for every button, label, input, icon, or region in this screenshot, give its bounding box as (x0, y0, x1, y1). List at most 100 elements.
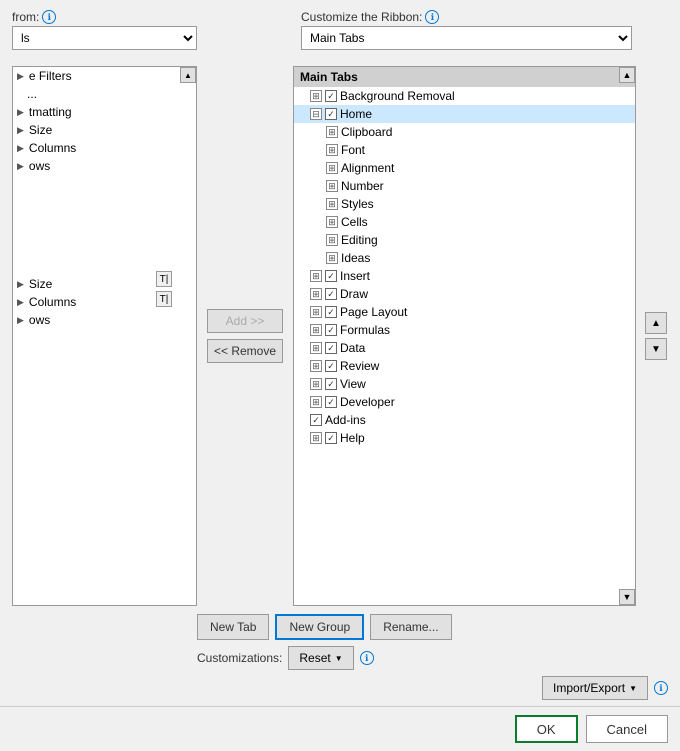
tree-item-alignment[interactable]: ⊞ Alignment (294, 159, 635, 177)
bottom-section: New Tab New Group Rename... Customizatio… (0, 606, 680, 700)
from-info-icon[interactable]: ℹ (42, 10, 56, 24)
expand-icon: ▶ (17, 161, 24, 172)
tree-item-styles[interactable]: ⊞ Styles (294, 195, 635, 213)
cancel-button[interactable]: Cancel (586, 715, 668, 743)
expand-icon: ▶ (17, 315, 24, 326)
expand-icon: ▶ (17, 143, 24, 154)
checkbox[interactable] (325, 396, 337, 408)
left-list[interactable]: ▲ ▼ ▶ e Filters ... ▶ tmatting ▶ (12, 66, 197, 606)
right-dropdown-group: Customize the Ribbon: ℹ Main Tabs (301, 10, 632, 50)
rename-button[interactable]: Rename... (370, 614, 451, 640)
add-button[interactable]: Add >> (207, 309, 283, 333)
reset-button[interactable]: Reset ▼ (288, 646, 353, 670)
tree-scroll-down[interactable]: ▼ (619, 589, 635, 605)
checkbox[interactable] (325, 324, 337, 336)
list-item[interactable]: ▶ Columns (13, 139, 196, 157)
left-scroll-down[interactable]: ▼ (180, 605, 196, 606)
new-tab-button[interactable]: New Tab (197, 614, 269, 640)
expand-icon: ⊞ (310, 432, 322, 444)
separator-icon-2[interactable]: T| (156, 291, 172, 307)
tree-item-page-layout[interactable]: ⊞ Page Layout (294, 303, 635, 321)
tree-item-cells[interactable]: ⊞ Cells (294, 213, 635, 231)
import-export-info-icon[interactable]: ℹ (654, 681, 668, 695)
bottom-row2: Customizations: Reset ▼ ℹ (12, 646, 668, 670)
expand-icon: ⊞ (310, 396, 322, 408)
separator-icon-1[interactable]: T| (156, 271, 172, 287)
reset-info-icon[interactable]: ℹ (360, 651, 374, 665)
customizations-label: Customizations: (197, 651, 282, 665)
tree-item-review[interactable]: ⊞ Review (294, 357, 635, 375)
checkbox[interactable] (325, 378, 337, 390)
ok-button[interactable]: OK (515, 715, 578, 743)
expand-icon: ⊞ (326, 144, 338, 156)
expand-icon: ⊞ (326, 216, 338, 228)
list-item[interactable]: ▶ e Filters (13, 67, 196, 85)
tree-item-home[interactable]: ⊟ Home (294, 105, 635, 123)
expand-icon: ⊞ (310, 306, 322, 318)
expand-icon: ⊞ (310, 288, 322, 300)
expand-icon: ⊞ (326, 234, 338, 246)
list-item[interactable]: ▶ ows (13, 311, 196, 329)
expand-icon: ▶ (17, 125, 24, 136)
list-item[interactable]: ▶ tmatting (13, 103, 196, 121)
remove-button[interactable]: << Remove (207, 339, 283, 363)
left-panel: ▲ ▼ ▶ e Filters ... ▶ tmatting ▶ (12, 66, 197, 606)
tree-item-formulas[interactable]: ⊞ Formulas (294, 321, 635, 339)
move-up-button[interactable]: ▲ (645, 312, 667, 334)
ribbon-tree-header: Main Tabs ▲ (294, 67, 635, 87)
move-down-button[interactable]: ▼ (645, 338, 667, 360)
expand-icon: ⊞ (310, 270, 322, 282)
customize-info-icon[interactable]: ℹ (425, 10, 439, 24)
expand-icon: ⊞ (326, 126, 338, 138)
expand-icon: ⊞ (310, 90, 322, 102)
dialog: from: ℹ ls Customize the Ribbon: ℹ Main … (0, 0, 680, 751)
checkbox[interactable] (325, 306, 337, 318)
checkbox[interactable] (325, 288, 337, 300)
expand-icon: ▶ (17, 297, 24, 308)
checkbox[interactable] (325, 270, 337, 282)
new-group-button[interactable]: New Group (275, 614, 364, 640)
tree-item-background-removal[interactable]: ⊞ Background Removal (294, 87, 635, 105)
expand-icon: ⊞ (326, 180, 338, 192)
tree-scroll-up[interactable]: ▲ (619, 67, 635, 83)
list-item[interactable]: ▶ Size (13, 121, 196, 139)
tree-item-add-ins[interactable]: Add-ins (294, 411, 635, 429)
right-panel: Main Tabs ▲ ⊞ Background Removal ⊟ Home (293, 66, 636, 606)
left-dropdown-group: from: ℹ ls (12, 10, 197, 50)
expand-icon: ⊞ (326, 252, 338, 264)
checkbox[interactable] (325, 108, 337, 120)
customize-select[interactable]: Main Tabs (301, 26, 632, 50)
expand-icon: ⊟ (310, 108, 322, 120)
tree-item-view[interactable]: ⊞ View (294, 375, 635, 393)
checkbox[interactable] (325, 360, 337, 372)
updown-arrows: ▲ ▼ (644, 66, 668, 606)
list-item[interactable]: ... (13, 85, 196, 103)
from-select[interactable]: ls (12, 26, 197, 50)
dialog-footer: OK Cancel (0, 706, 680, 751)
tree-item-editing[interactable]: ⊞ Editing (294, 231, 635, 249)
tree-item-insert[interactable]: ⊞ Insert (294, 267, 635, 285)
expand-icon: ⊞ (310, 324, 322, 336)
list-item[interactable]: ▶ ows (13, 157, 196, 175)
expand-icon: ▶ (17, 71, 24, 82)
left-scroll-up[interactable]: ▲ (180, 67, 196, 83)
bottom-row3: Import/Export ▼ ℹ (12, 676, 668, 700)
checkbox[interactable] (310, 414, 322, 426)
ribbon-tree[interactable]: Main Tabs ▲ ⊞ Background Removal ⊟ Home (293, 66, 636, 606)
expand-icon: ▶ (17, 107, 24, 118)
from-label: from: (12, 10, 39, 24)
tree-item-ideas[interactable]: ⊞ Ideas (294, 249, 635, 267)
expand-icon: ⊞ (310, 342, 322, 354)
tree-item-data[interactable]: ⊞ Data (294, 339, 635, 357)
tree-item-number[interactable]: ⊞ Number (294, 177, 635, 195)
tree-item-help[interactable]: ⊞ Help (294, 429, 635, 447)
import-export-button[interactable]: Import/Export ▼ (542, 676, 648, 700)
checkbox[interactable] (325, 342, 337, 354)
tree-item-font[interactable]: ⊞ Font (294, 141, 635, 159)
tree-item-clipboard[interactable]: ⊞ Clipboard (294, 123, 635, 141)
tree-item-draw[interactable]: ⊞ Draw (294, 285, 635, 303)
checkbox[interactable] (325, 90, 337, 102)
customize-label: Customize the Ribbon: (301, 10, 422, 24)
checkbox[interactable] (325, 432, 337, 444)
tree-item-developer[interactable]: ⊞ Developer (294, 393, 635, 411)
